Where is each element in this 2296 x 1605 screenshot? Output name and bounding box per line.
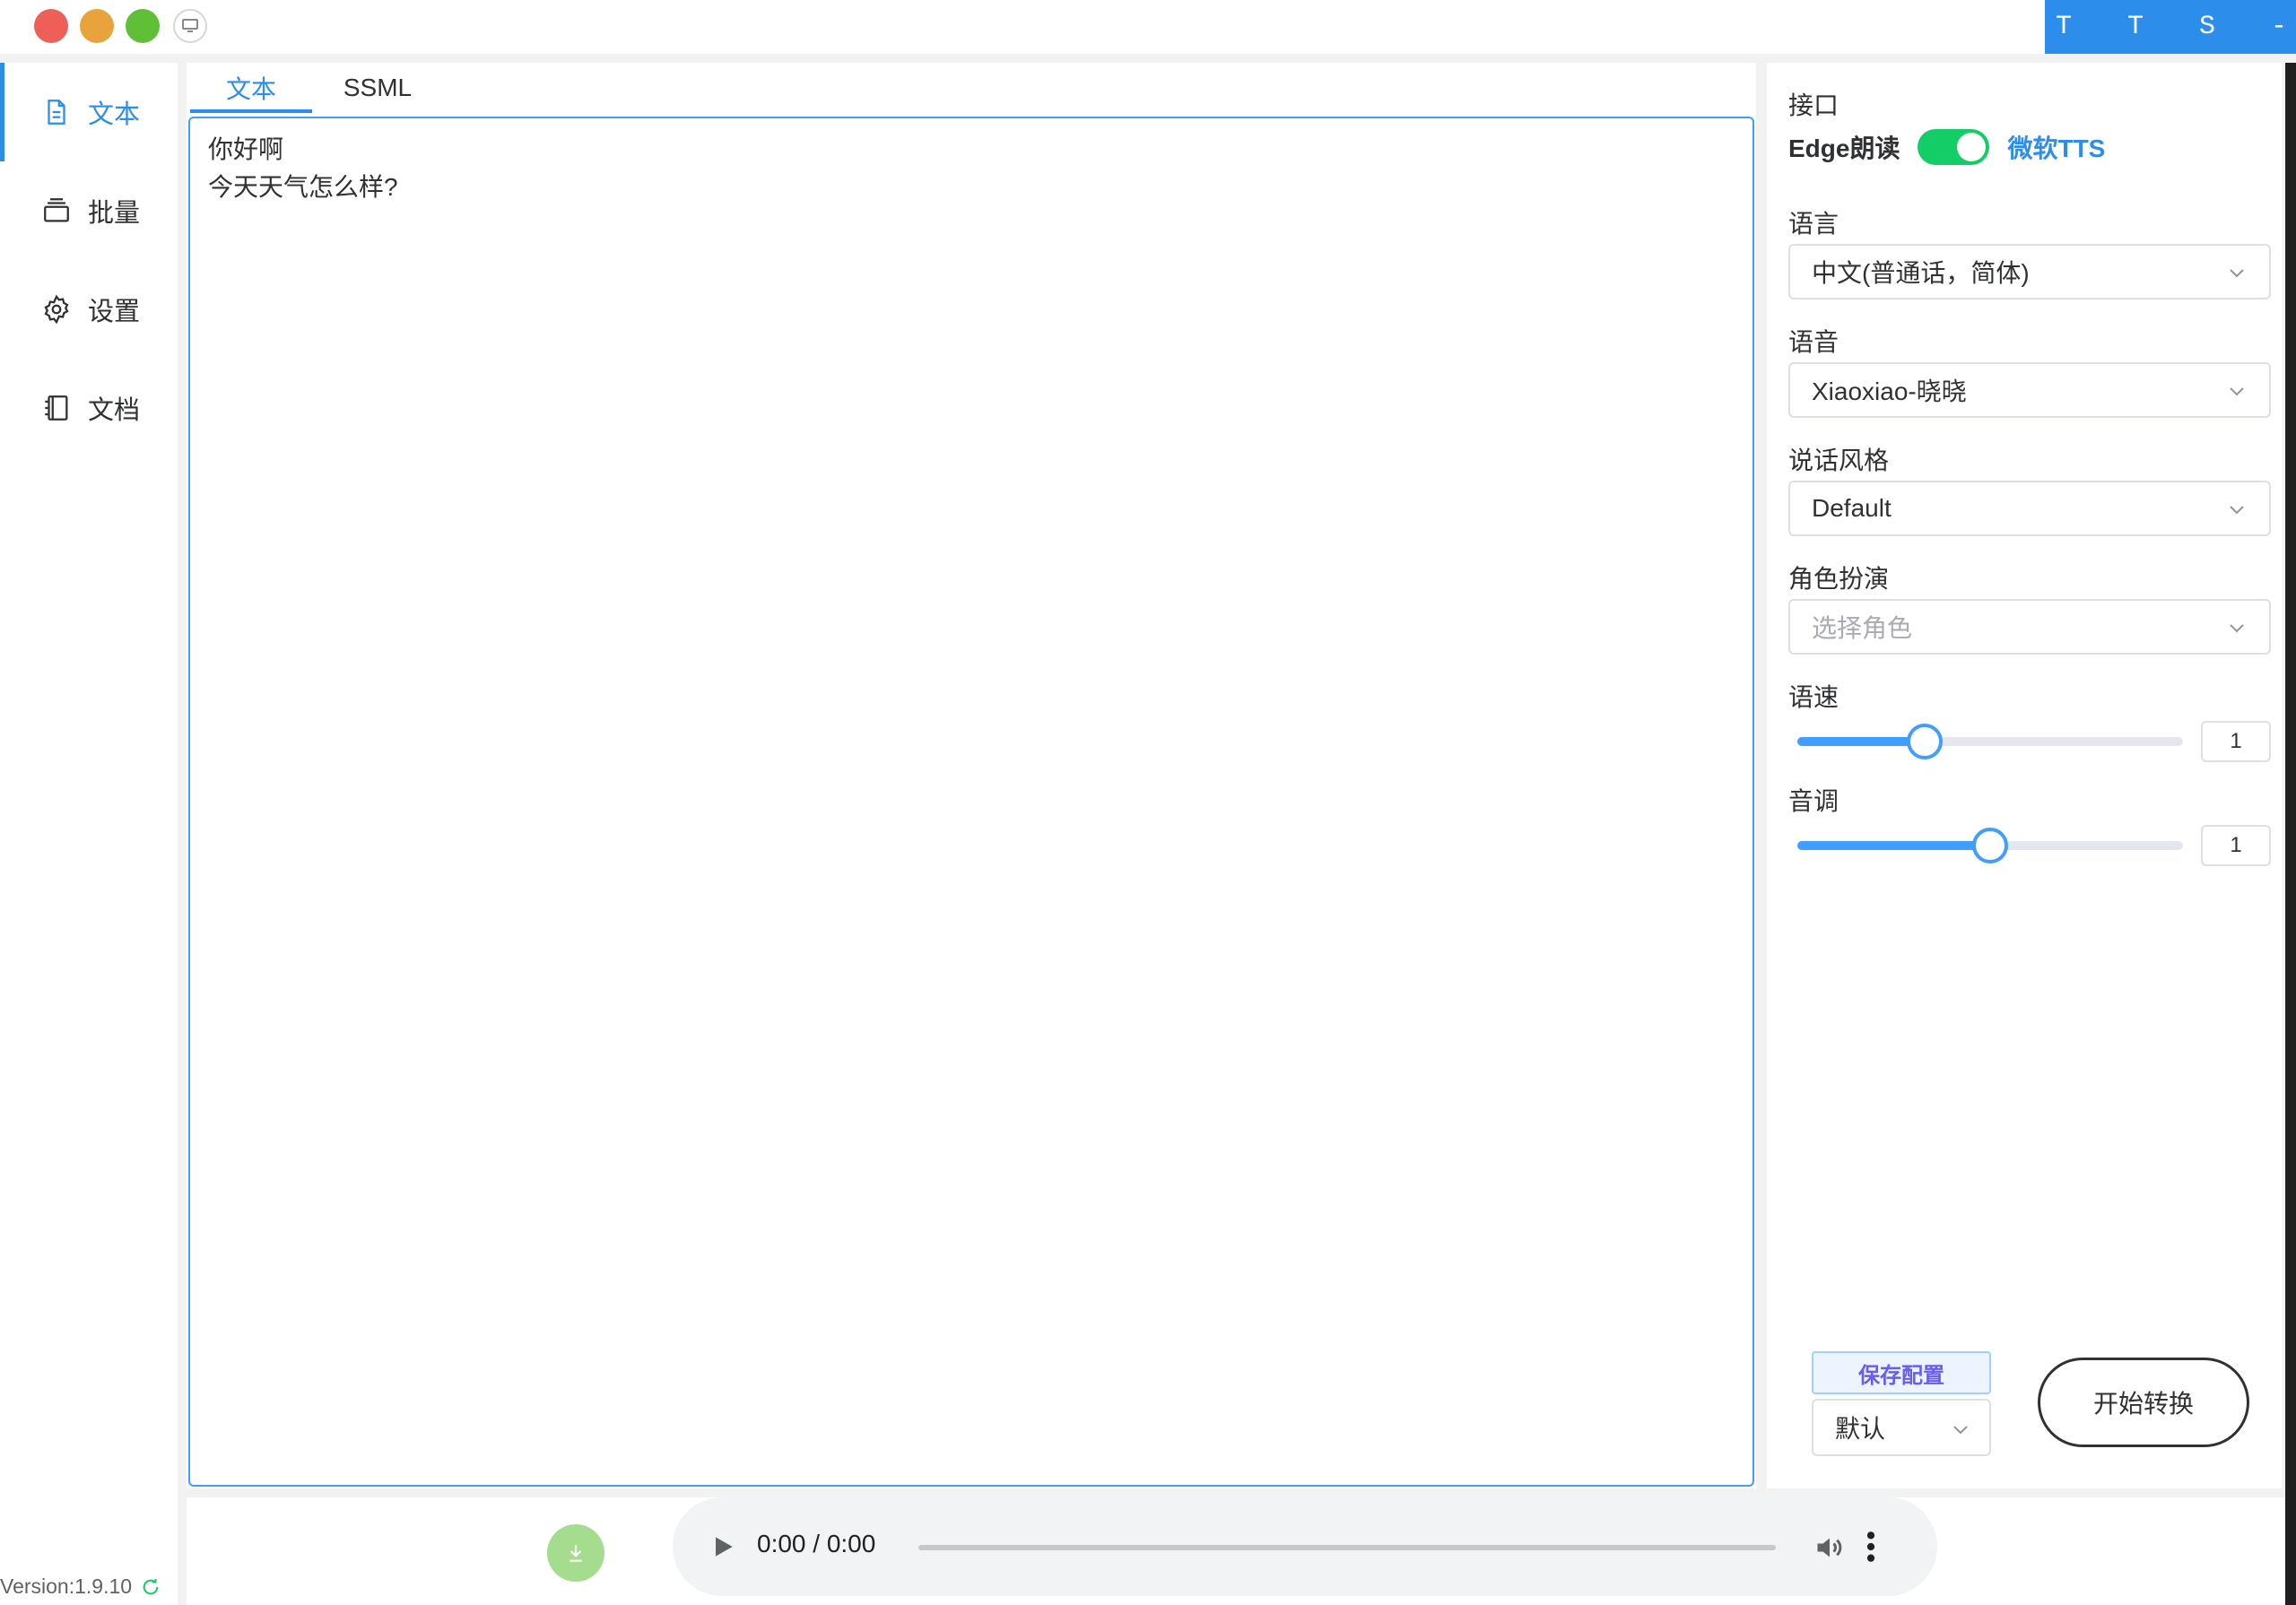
text-input[interactable]: 你好啊 今天天气怎么样?: [188, 117, 1754, 1487]
display-icon[interactable]: [173, 9, 207, 43]
pitch-slider-thumb[interactable]: [1972, 828, 2008, 863]
audio-time: 0:00 / 0:00: [757, 1530, 876, 1557]
editor-panel: 文本 SSML 你好啊 今天天气怎么样?: [187, 63, 1756, 1488]
voice-select[interactable]: Xiaoxiao-晓晓: [1788, 362, 2271, 418]
audio-player: 0:00 / 0:00: [673, 1497, 1937, 1596]
rate-slider-fill: [1797, 737, 1925, 746]
window-titlebar: T T S - V U E: [0, 0, 2296, 54]
save-config-button[interactable]: 保存配置: [1812, 1351, 1991, 1394]
voice-value: Xiaoxiao-晓晓: [1812, 377, 1967, 405]
role-select[interactable]: 选择角色: [1788, 599, 2271, 655]
language-value: 中文(普通话，简体): [1812, 259, 2030, 287]
tab-label: SSML: [343, 74, 413, 101]
interface-label: 接口: [1788, 91, 1839, 119]
minimize-window-button[interactable]: [80, 9, 114, 43]
sidebar-item-label: 批量: [88, 199, 141, 228]
document-icon: [48, 100, 65, 125]
rate-label: 语速: [1788, 683, 1839, 711]
download-button[interactable]: [547, 1524, 604, 1582]
chevron-down-icon: [2230, 506, 2244, 515]
sidebar-item-settings[interactable]: 设置: [0, 260, 178, 359]
sidebar-item-batch[interactable]: 批量: [0, 161, 178, 260]
sidebar-item-label: 设置: [88, 298, 141, 326]
chevron-down-icon: [2230, 269, 2244, 278]
start-convert-button[interactable]: 开始转换: [2038, 1358, 2249, 1447]
more-options-icon[interactable]: [1862, 1530, 1880, 1564]
style-select[interactable]: Default: [1788, 481, 2271, 536]
refresh-icon[interactable]: [141, 1577, 161, 1597]
language-select[interactable]: 中文(普通话，简体): [1788, 244, 2271, 299]
sidebar-item-label: 文档: [88, 396, 141, 425]
editor-tabs: 文本 SSML: [187, 63, 1756, 113]
gear-icon: [44, 294, 69, 325]
role-placeholder: 选择角色: [1812, 614, 1913, 642]
tab-text[interactable]: 文本: [190, 63, 312, 113]
sidebar-item-docs[interactable]: 文档: [0, 359, 178, 457]
notebook-icon: [45, 395, 68, 421]
interface-switch-row: Edge朗读 微软TTS: [1788, 129, 2105, 165]
chevron-down-icon: [1953, 1426, 1968, 1435]
sidebar-item-text[interactable]: 文本: [0, 63, 178, 161]
tab-ssml[interactable]: SSML: [321, 63, 434, 113]
role-label: 角色扮演: [1788, 565, 1890, 593]
preset-select[interactable]: 默认: [1812, 1399, 1991, 1456]
pitch-slider-fill: [1797, 841, 1990, 850]
config-panel: 接口 Edge朗读 微软TTS 语言 中文(普通话，简体) 语音 Xiaoxia…: [1767, 63, 2282, 1488]
play-icon[interactable]: [709, 1530, 737, 1564]
switch-left-label: Edge朗读: [1788, 134, 1900, 162]
interface-toggle[interactable]: [1918, 129, 1990, 165]
pitch-slider[interactable]: [1797, 828, 2183, 863]
style-value: Default: [1812, 494, 1892, 522]
window-edge: [2285, 63, 2296, 1605]
stack-icon: [44, 198, 69, 222]
tab-label: 文本: [225, 75, 276, 103]
version-label: Version:1.9.10: [0, 1575, 133, 1598]
version-info: Version:1.9.10: [0, 1575, 161, 1599]
app-brand: T T S - V U E: [2045, 0, 2296, 54]
chevron-down-icon: [2230, 624, 2244, 633]
sidebar-item-label: 文本: [88, 100, 141, 129]
style-label: 说话风格: [1788, 447, 1890, 474]
volume-icon[interactable]: [1813, 1531, 1846, 1564]
player-bar: 0:00 / 0:00: [187, 1497, 2296, 1605]
preset-value: 默认: [1835, 1415, 1886, 1443]
language-label: 语言: [1788, 210, 1839, 238]
audio-progress-bar[interactable]: [918, 1545, 1776, 1550]
pitch-input[interactable]: 1: [2201, 825, 2271, 866]
rate-slider[interactable]: [1797, 724, 2183, 759]
close-window-button[interactable]: [34, 9, 68, 43]
voice-label: 语音: [1788, 328, 1839, 356]
rate-slider-thumb[interactable]: [1906, 724, 1943, 759]
sidebar: 文本 批量 设置 文档 Version:1.9.10: [0, 63, 178, 1605]
chevron-down-icon: [2230, 387, 2244, 396]
pitch-label: 音调: [1788, 787, 1839, 815]
download-icon: [570, 1545, 582, 1562]
rate-input[interactable]: 1: [2201, 721, 2271, 762]
maximize-window-button[interactable]: [126, 9, 160, 43]
switch-right-label: 微软TTS: [2007, 134, 2106, 162]
